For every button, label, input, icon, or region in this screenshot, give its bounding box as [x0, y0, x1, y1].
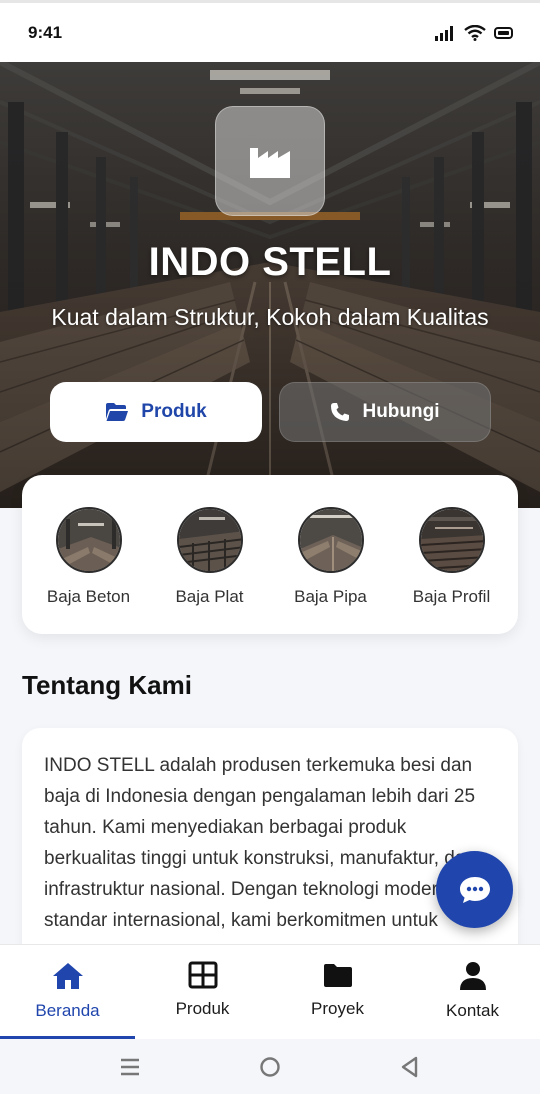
chat-button[interactable] [436, 851, 513, 928]
chat-bubble-icon [459, 876, 490, 903]
brand-title: INDO STELL [148, 240, 392, 284]
category-label: Baja Profil [412, 587, 491, 606]
category-label: Baja Pipa [294, 587, 367, 606]
menu-icon [121, 1058, 139, 1075]
category-baja-profil[interactable]: Baja Profil [397, 507, 507, 634]
battery-icon [494, 26, 513, 39]
user-icon [459, 962, 486, 990]
produk-button[interactable]: Produk [50, 382, 262, 442]
category-thumbnail [176, 507, 243, 573]
category-baja-pipa[interactable]: Baja Pipa [276, 507, 386, 634]
folder-open-icon [106, 403, 129, 421]
nav-item-proyek[interactable]: Proyek [270, 945, 405, 1039]
factory-icon [250, 148, 290, 178]
phone-icon [331, 403, 350, 421]
circle-icon [260, 1056, 280, 1077]
nav-label: Proyek [311, 999, 364, 1018]
nav-item-kontak[interactable]: Kontak [405, 945, 540, 1039]
home-icon [52, 963, 83, 989]
nav-item-beranda[interactable]: Beranda [0, 945, 135, 1039]
status-icons [434, 24, 514, 41]
category-label: Baja Plat [175, 587, 244, 606]
category-thumbnail [418, 507, 485, 573]
category-baja-beton[interactable]: Baja Beton [34, 507, 144, 634]
recent-apps-button[interactable] [110, 1047, 150, 1087]
system-navigation-bar [0, 1039, 540, 1094]
category-card: Baja Beton Baja Plat Baja Pipa Baja Prof… [22, 475, 518, 634]
category-thumbnail [297, 507, 364, 573]
back-triangle-icon [401, 1056, 418, 1077]
folder-icon [323, 964, 352, 987]
category-thumbnail [55, 507, 122, 573]
status-bar: 9:41 [0, 0, 540, 62]
hubungi-button[interactable]: Hubungi [279, 382, 491, 442]
produk-button-label: Produk [141, 401, 207, 422]
nav-label: Kontak [446, 1001, 499, 1020]
category-label: Baja Beton [46, 587, 131, 606]
bottom-navigation: Beranda Produk Proyek Kontak [0, 944, 540, 1039]
about-title: Tentang Kami [22, 670, 192, 700]
grid-icon [188, 961, 217, 989]
about-text: INDO STELL adalah produsen terkemuka bes… [44, 755, 486, 931]
signal-icon [435, 25, 453, 41]
home-button[interactable] [250, 1047, 290, 1087]
nav-item-produk[interactable]: Produk [135, 945, 270, 1039]
nav-label: Produk [175, 999, 230, 1018]
status-time: 9:41 [28, 22, 63, 42]
back-button[interactable] [390, 1047, 430, 1087]
brand-tagline: Kuat dalam Struktur, Kokoh dalam Kualita… [51, 304, 489, 330]
wifi-icon [464, 24, 486, 41]
category-baja-plat[interactable]: Baja Plat [155, 507, 265, 634]
nav-label: Beranda [35, 1001, 100, 1020]
hero-banner: INDO STELL Kuat dalam Struktur, Kokoh da… [0, 62, 540, 508]
brand-logo [215, 106, 325, 216]
hubungi-button-label: Hubungi [362, 401, 440, 422]
